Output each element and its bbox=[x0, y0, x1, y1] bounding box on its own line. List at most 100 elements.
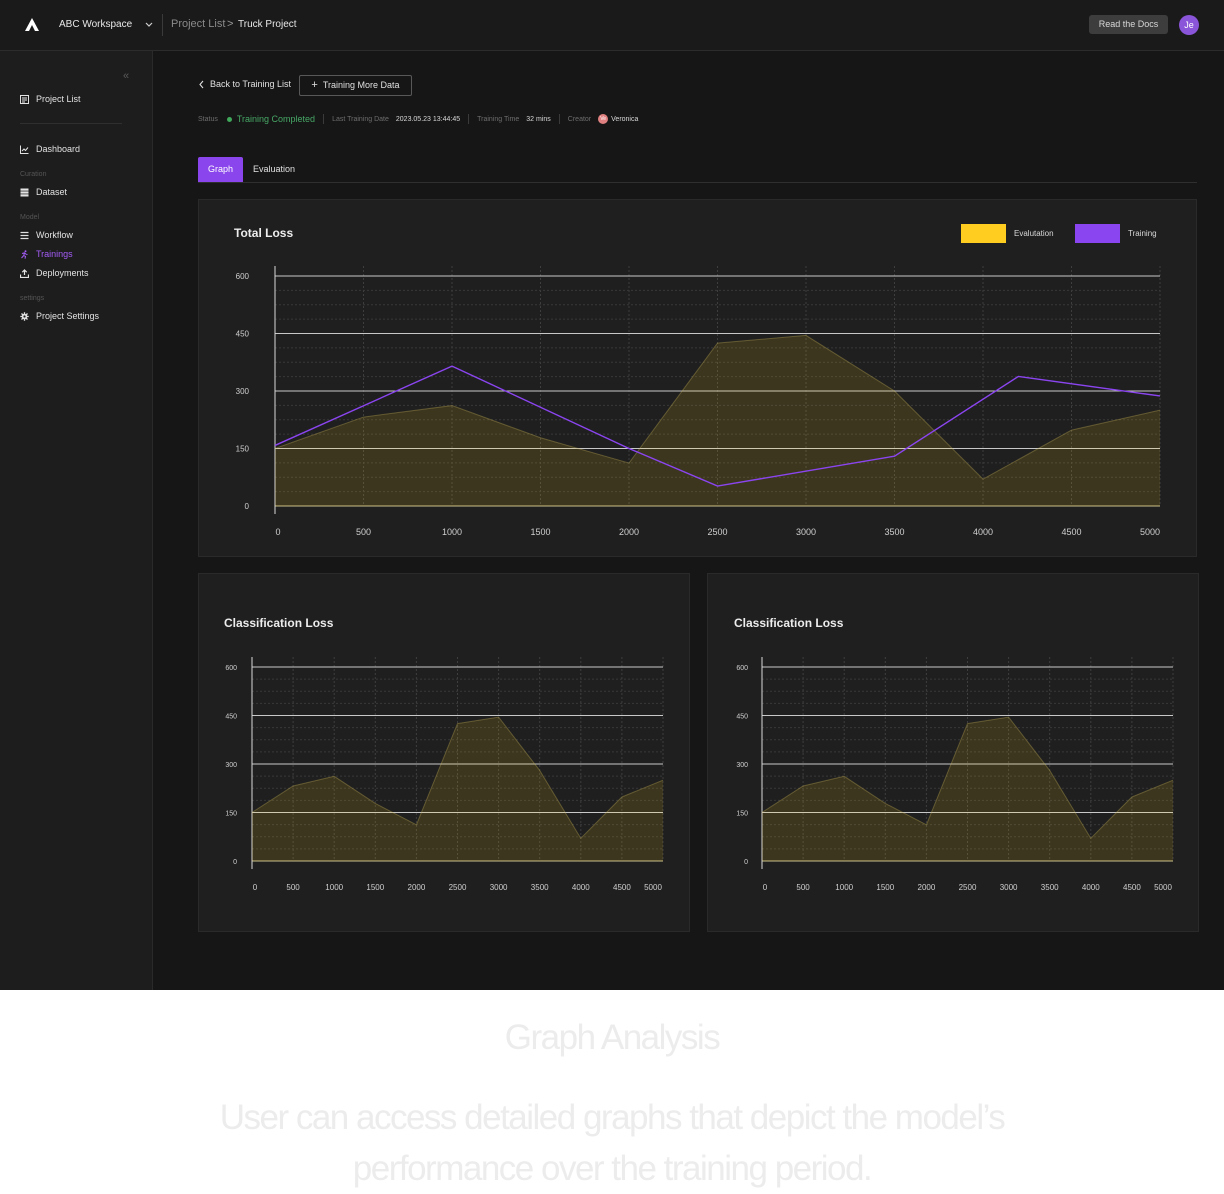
status-divider bbox=[558, 114, 560, 124]
workspace-name[interactable]: ABC Workspace bbox=[59, 19, 132, 30]
sidebar-item-label: Project List bbox=[36, 94, 81, 104]
sidebar: « Project List Dashboard Curation Datase… bbox=[0, 51, 153, 990]
collapse-sidebar-icon[interactable]: « bbox=[123, 70, 129, 82]
app-logo-icon[interactable] bbox=[24, 17, 40, 33]
x-tick-label: 4000 bbox=[572, 883, 590, 892]
sidebar-group-settings: settings bbox=[20, 295, 45, 302]
y-tick-label: 300 bbox=[225, 762, 237, 769]
x-tick-label: 5000 bbox=[1140, 527, 1160, 537]
time-value: 32 mins bbox=[526, 115, 551, 123]
y-tick-label: 0 bbox=[245, 502, 250, 511]
x-tick-label: 2500 bbox=[449, 883, 467, 892]
y-tick-label: 150 bbox=[236, 445, 250, 454]
breadcrumb-separator: > bbox=[227, 18, 234, 30]
x-tick-label: 2000 bbox=[408, 883, 426, 892]
sidebar-group-model: Model bbox=[20, 214, 40, 221]
status-divider bbox=[323, 114, 325, 124]
sidebar-item-label: Workflow bbox=[36, 230, 73, 240]
x-tick-label: 1000 bbox=[442, 527, 462, 537]
sidebar-item-label: Project Settings bbox=[36, 311, 100, 321]
tab-evaluation[interactable]: Evaluation bbox=[253, 157, 295, 182]
breadcrumb-project-list[interactable]: Project List bbox=[171, 18, 225, 30]
read-docs-button[interactable]: Read the Docs bbox=[1089, 15, 1168, 34]
x-tick-label: 500 bbox=[286, 883, 300, 892]
x-tick-label: 2000 bbox=[918, 883, 936, 892]
series-area-evaluation bbox=[252, 717, 663, 861]
gear-icon bbox=[20, 311, 29, 321]
running-figure-icon bbox=[21, 249, 28, 259]
x-tick-label: 3000 bbox=[490, 883, 508, 892]
chart-icon bbox=[20, 145, 29, 154]
sidebar-item-project-settings[interactable]: Project Settings bbox=[20, 309, 99, 323]
total-loss-card: 0 150 300 450 600 0 500 1000 1500 2000 2500 3000 350… bbox=[198, 199, 1197, 557]
series-area-evaluation bbox=[762, 717, 1173, 861]
y-tick-label: 300 bbox=[736, 762, 748, 769]
y-tick-label: 600 bbox=[225, 665, 237, 672]
y-tick-label: 450 bbox=[736, 714, 748, 721]
y-tick-label: 450 bbox=[225, 714, 237, 721]
x-tick-label: 3500 bbox=[531, 883, 549, 892]
sidebar-item-dataset[interactable]: Dataset bbox=[20, 185, 67, 199]
y-tick-label: 0 bbox=[744, 859, 748, 866]
promo-line: performance over the training period. bbox=[352, 1149, 873, 1188]
x-tick-label: 4500 bbox=[1123, 883, 1141, 892]
x-tick-label: 3000 bbox=[796, 527, 816, 537]
chevron-left-icon bbox=[199, 80, 204, 88]
menu-lines-icon bbox=[20, 231, 29, 239]
back-to-training-list-link[interactable]: Back to Training List bbox=[198, 79, 291, 89]
sidebar-item-deployments[interactable]: Deployments bbox=[20, 266, 89, 280]
date-value: 2023.05.23 13:44:45 bbox=[395, 115, 461, 123]
series-area-evaluation bbox=[275, 335, 1160, 506]
creator-name: Veronica bbox=[611, 115, 639, 123]
y-tick-label: 600 bbox=[236, 272, 250, 281]
breadcrumb-current: Truck Project bbox=[238, 19, 297, 30]
x-tick-label: 1500 bbox=[366, 883, 384, 892]
back-label: Back to Training List bbox=[210, 79, 292, 89]
button-label: Training More Data bbox=[322, 80, 400, 90]
y-tick-label: 300 bbox=[236, 387, 250, 396]
x-tick-label: 2000 bbox=[619, 527, 639, 537]
tab-underline bbox=[198, 182, 1197, 183]
sidebar-item-label: Deployments bbox=[36, 268, 89, 278]
x-tick-label: 3500 bbox=[1041, 883, 1059, 892]
status-dot-icon bbox=[226, 116, 232, 122]
legend-swatch-training[interactable] bbox=[1075, 224, 1120, 243]
x-tick-label: 500 bbox=[796, 883, 810, 892]
user-avatar[interactable]: Je bbox=[1179, 15, 1199, 35]
sidebar-item-workflow[interactable]: Workflow bbox=[20, 228, 73, 242]
y-tick-label: 0 bbox=[233, 859, 237, 866]
x-tick-label: 5000 bbox=[644, 883, 662, 892]
legend-label-training[interactable]: Training bbox=[1128, 229, 1157, 238]
legend-label-evaluation[interactable]: Evalutation bbox=[1014, 229, 1054, 238]
promo-description: User can access detailed graphs that dep… bbox=[0, 1092, 1224, 1194]
y-tick-label: 150 bbox=[225, 811, 237, 818]
training-more-data-button[interactable]: + Training More Data bbox=[299, 75, 412, 96]
sidebar-item-dashboard[interactable]: Dashboard bbox=[20, 142, 80, 156]
x-tick-label: 3500 bbox=[884, 527, 904, 537]
promo-line: User can access detailed graphs that dep… bbox=[219, 1098, 1006, 1137]
classification-loss-card: 0 150 300 450 600 0 500 1000 1500 2000 2500 3000 350… bbox=[707, 573, 1199, 932]
chart-plot: 0 150 300 450 600 0 500 1000 1500 2000 2500 3000 350… bbox=[236, 266, 1161, 537]
chart-title: Classification Loss bbox=[734, 616, 844, 630]
tab-graph[interactable]: Graph bbox=[198, 157, 243, 182]
sidebar-item-project-list[interactable]: Project List bbox=[20, 92, 81, 106]
x-tick-label: 500 bbox=[356, 527, 371, 537]
sidebar-item-trainings[interactable]: Trainings bbox=[20, 247, 73, 261]
database-icon bbox=[20, 188, 29, 196]
upload-icon bbox=[20, 268, 29, 278]
x-tick-label: 5000 bbox=[1154, 883, 1172, 892]
x-tick-label: 3000 bbox=[1000, 883, 1018, 892]
sidebar-group-curation: Curation bbox=[20, 171, 47, 178]
status-divider bbox=[468, 114, 470, 124]
sidebar-item-label: Trainings bbox=[36, 249, 73, 259]
creator-avatar: Ve bbox=[598, 114, 609, 124]
legend-swatch-evaluation[interactable] bbox=[961, 224, 1006, 243]
sidebar-item-label: Dataset bbox=[36, 187, 68, 197]
top-bar: ABC Workspace Project List > Truck Proje… bbox=[0, 0, 1224, 51]
chevron-down-icon[interactable] bbox=[144, 19, 154, 31]
app-window: ABC Workspace Project List > Truck Proje… bbox=[0, 0, 1224, 990]
sidebar-item-label: Dashboard bbox=[36, 144, 81, 154]
x-tick-label: 0 bbox=[253, 883, 258, 892]
sidebar-divider bbox=[20, 123, 122, 124]
x-tick-label: 1000 bbox=[325, 883, 343, 892]
